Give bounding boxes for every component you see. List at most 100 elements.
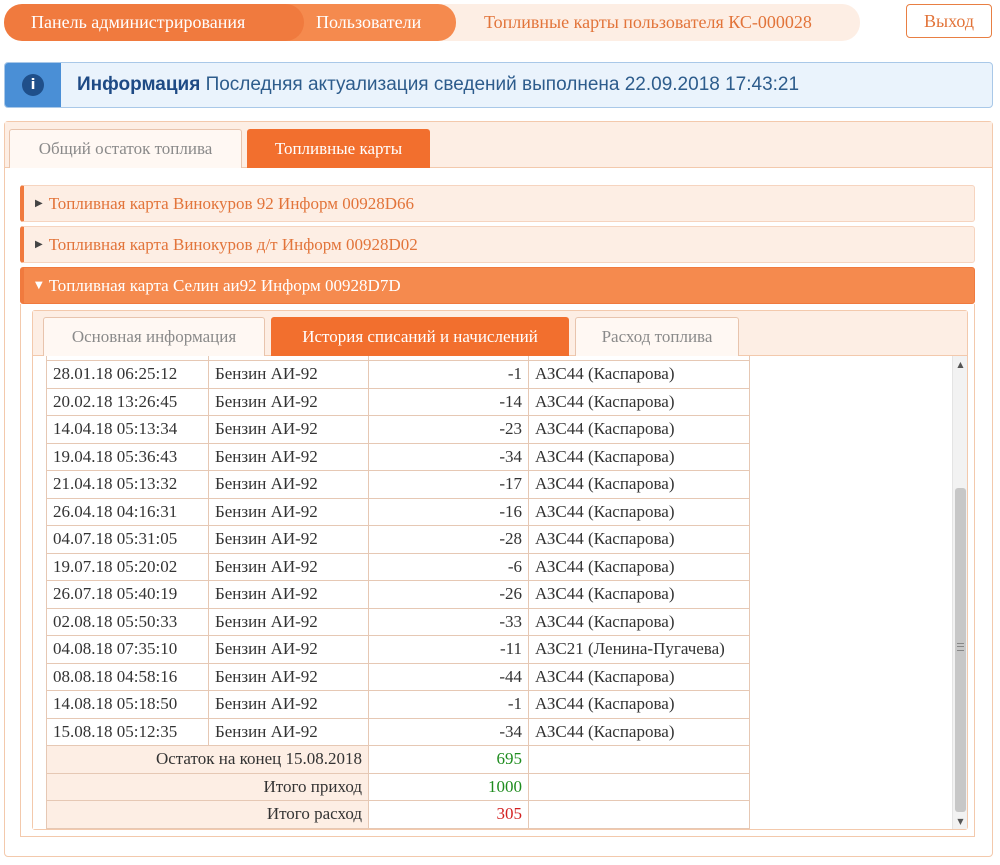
amount-cell: -34 (368, 717, 529, 746)
tab-fuel-cards[interactable]: Топливные карты (247, 129, 430, 168)
summary-blank-cell (528, 800, 750, 829)
info-title: Информация (77, 74, 201, 95)
station-cell: АЗС44 (Каспарова) (528, 580, 750, 609)
fuel-cell: Бензин АИ-92 (208, 525, 369, 554)
info-icon: i (22, 74, 44, 96)
grip-icon (957, 643, 964, 651)
main-tabbar: Общий остаток топлива Топливные карты (5, 122, 992, 168)
main-panel: Общий остаток топлива Топливные карты ▶ … (4, 121, 993, 857)
scroll-down-arrow-icon[interactable]: ▼ (953, 813, 967, 829)
breadcrumb-admin-panel-label: Панель администрирования (31, 12, 246, 32)
subtab-fuel-consumption[interactable]: Расход топлива (575, 317, 739, 356)
date-cell: 20.02.18 13:26:45 (46, 387, 209, 416)
breadcrumb-current-label: Топливные карты пользователя КС-000028 (484, 12, 812, 32)
summary-blank-cell (528, 772, 750, 801)
amount-cell: -1 (368, 360, 529, 389)
amount-cell: -23 (368, 415, 529, 444)
subtab-history[interactable]: История списаний и начислений (271, 317, 569, 356)
date-cell: 21.04.18 05:13:32 (46, 470, 209, 499)
date-cell: 19.07.18 05:20:02 (46, 552, 209, 581)
amount-cell: -14 (368, 387, 529, 416)
table-row: 02.08.18 05:50:33 Бензин АИ-92 -33 АЗС44 (К… (46, 607, 750, 636)
summary-row: Итого приход 1000 (46, 772, 750, 801)
table-row: 21.04.18 05:13:32 Бензин АИ-92 -17 АЗС44 (К… (46, 470, 750, 499)
station-cell: АЗС44 (Каспарова) (528, 387, 750, 416)
amount-cell: -6 (368, 552, 529, 581)
summary-value: 1000 (368, 772, 529, 801)
breadcrumb-current-page: Топливные карты пользователя КС-000028 (438, 4, 860, 41)
station-cell: АЗС21 (Ленина-Пугачева) (528, 635, 750, 664)
card-accordion-1-label: Топливная карта Винокуров 92 Информ 0092… (48, 193, 414, 213)
date-cell: 26.04.18 04:16:31 (46, 497, 209, 526)
amount-cell: -33 (368, 607, 529, 636)
table-row: 08.08.18 04:58:16 Бензин АИ-92 -44 АЗС44 (К… (46, 662, 750, 691)
card-accordion-1[interactable]: ▶ Топливная карта Винокуров 92 Информ 00… (20, 185, 975, 222)
table-row: 19.07.18 05:20:02 Бензин АИ-92 -6 АЗС44 (Ка… (46, 552, 750, 581)
date-cell: 19.04.18 05:36:43 (46, 442, 209, 471)
breadcrumb: Панель администрирования Пользователи То… (4, 4, 860, 41)
date-cell: 15.08.18 05:12:35 (46, 717, 209, 746)
summary-label: Итого расход (46, 800, 369, 829)
amount-cell: -17 (368, 470, 529, 499)
table-row: 19.04.18 05:36:43 Бензин АИ-92 -34 АЗС44 (К… (46, 442, 750, 471)
summary-row: Итого расход 305 (46, 800, 750, 829)
info-icon-box: i (5, 63, 61, 107)
station-cell: АЗС44 (Каспарова) (528, 360, 750, 389)
date-cell: 28.01.18 06:25:12 (46, 360, 209, 389)
table-row: 28.01.18 06:25:12 Бензин АИ-92 -1 АЗС44 (Ка… (46, 360, 750, 389)
station-cell: АЗС44 (Каспарова) (528, 607, 750, 636)
breadcrumb-admin-panel[interactable]: Панель администрирования (4, 4, 304, 41)
date-cell: 26.07.18 05:40:19 (46, 580, 209, 609)
fuel-cell: Бензин АИ-92 (208, 690, 369, 719)
history-grid: 28.01.18 06:25:12 Бензин АИ-92 -1 АЗС44 (Ка… (33, 356, 967, 829)
info-message: Последняя актуализация сведений выполнен… (205, 74, 800, 95)
table-row: 04.07.18 05:31:05 Бензин АИ-92 -28 АЗС44 (К… (46, 525, 750, 554)
tab-total-fuel[interactable]: Общий остаток топлива (9, 129, 242, 168)
station-cell: АЗС44 (Каспарова) (528, 690, 750, 719)
date-cell: 02.08.18 05:50:33 (46, 607, 209, 636)
card-accordion-2[interactable]: ▶ Топливная карта Винокуров д/т Информ 0… (20, 226, 975, 263)
date-cell: 04.07.18 05:31:05 (46, 525, 209, 554)
table-row: 14.04.18 05:13:34 Бензин АИ-92 -23 АЗС44 (К… (46, 415, 750, 444)
fuel-cell: Бензин АИ-92 (208, 662, 369, 691)
summary-value: 695 (368, 745, 529, 774)
summary-blank-cell (528, 745, 750, 774)
sub-tabbar: Основная информация История списаний и н… (33, 311, 967, 356)
amount-cell: -34 (368, 442, 529, 471)
date-cell: 14.04.18 05:13:34 (46, 415, 209, 444)
vertical-scrollbar[interactable]: ▲ ▼ (952, 356, 967, 829)
station-cell: АЗС44 (Каспарова) (528, 497, 750, 526)
date-cell: 08.08.18 04:58:16 (46, 662, 209, 691)
scroll-up-arrow-icon[interactable]: ▲ (953, 356, 967, 372)
card-accordion-3[interactable]: ▼ Топливная карта Селин аи92 Информ 0092… (20, 267, 975, 304)
table-row: 04.08.18 07:35:10 Бензин АИ-92 -11 АЗС21 (Л… (46, 635, 750, 664)
info-banner: i Информация Последняя актуализация свед… (4, 62, 993, 108)
breadcrumb-users[interactable]: Пользователи (286, 4, 456, 41)
card-subpanel: Основная информация История списаний и н… (32, 310, 968, 830)
fuel-cell: Бензин АИ-92 (208, 415, 369, 444)
station-cell: АЗС44 (Каспарова) (528, 525, 750, 554)
table-row: 14.08.18 05:18:50 Бензин АИ-92 -1 АЗС44 (Ка… (46, 690, 750, 719)
fuel-cell: Бензин АИ-92 (208, 580, 369, 609)
card-accordion-2-label: Топливная карта Винокуров д/т Информ 009… (48, 234, 418, 254)
breadcrumb-users-label: Пользователи (316, 12, 422, 32)
fuel-cell: Бензин АИ-92 (208, 497, 369, 526)
table-row: 20.02.18 13:26:45 Бензин АИ-92 -14 АЗС44 (К… (46, 387, 750, 416)
subtab-main-info[interactable]: Основная информация (43, 317, 265, 356)
fuel-cell: Бензин АИ-92 (208, 360, 369, 389)
summary-value: 305 (368, 800, 529, 829)
amount-cell: -28 (368, 525, 529, 554)
caret-right-icon: ▶ (35, 198, 43, 209)
table-row: 26.04.18 04:16:31 Бензин АИ-92 -16 АЗС44 (К… (46, 497, 750, 526)
station-cell: АЗС44 (Каспарова) (528, 662, 750, 691)
fuel-cell: Бензин АИ-92 (208, 470, 369, 499)
summary-row: Остаток на конец 15.08.2018 695 (46, 745, 750, 774)
logout-button[interactable]: Выход (906, 4, 992, 38)
fuel-cell: Бензин АИ-92 (208, 607, 369, 636)
station-cell: АЗС44 (Каспарова) (528, 717, 750, 746)
fuel-cell: Бензин АИ-92 (208, 635, 369, 664)
scrollbar-thumb[interactable] (955, 488, 966, 812)
station-cell: АЗС44 (Каспарова) (528, 442, 750, 471)
amount-cell: -16 (368, 497, 529, 526)
summary-label: Остаток на конец 15.08.2018 (46, 745, 369, 774)
